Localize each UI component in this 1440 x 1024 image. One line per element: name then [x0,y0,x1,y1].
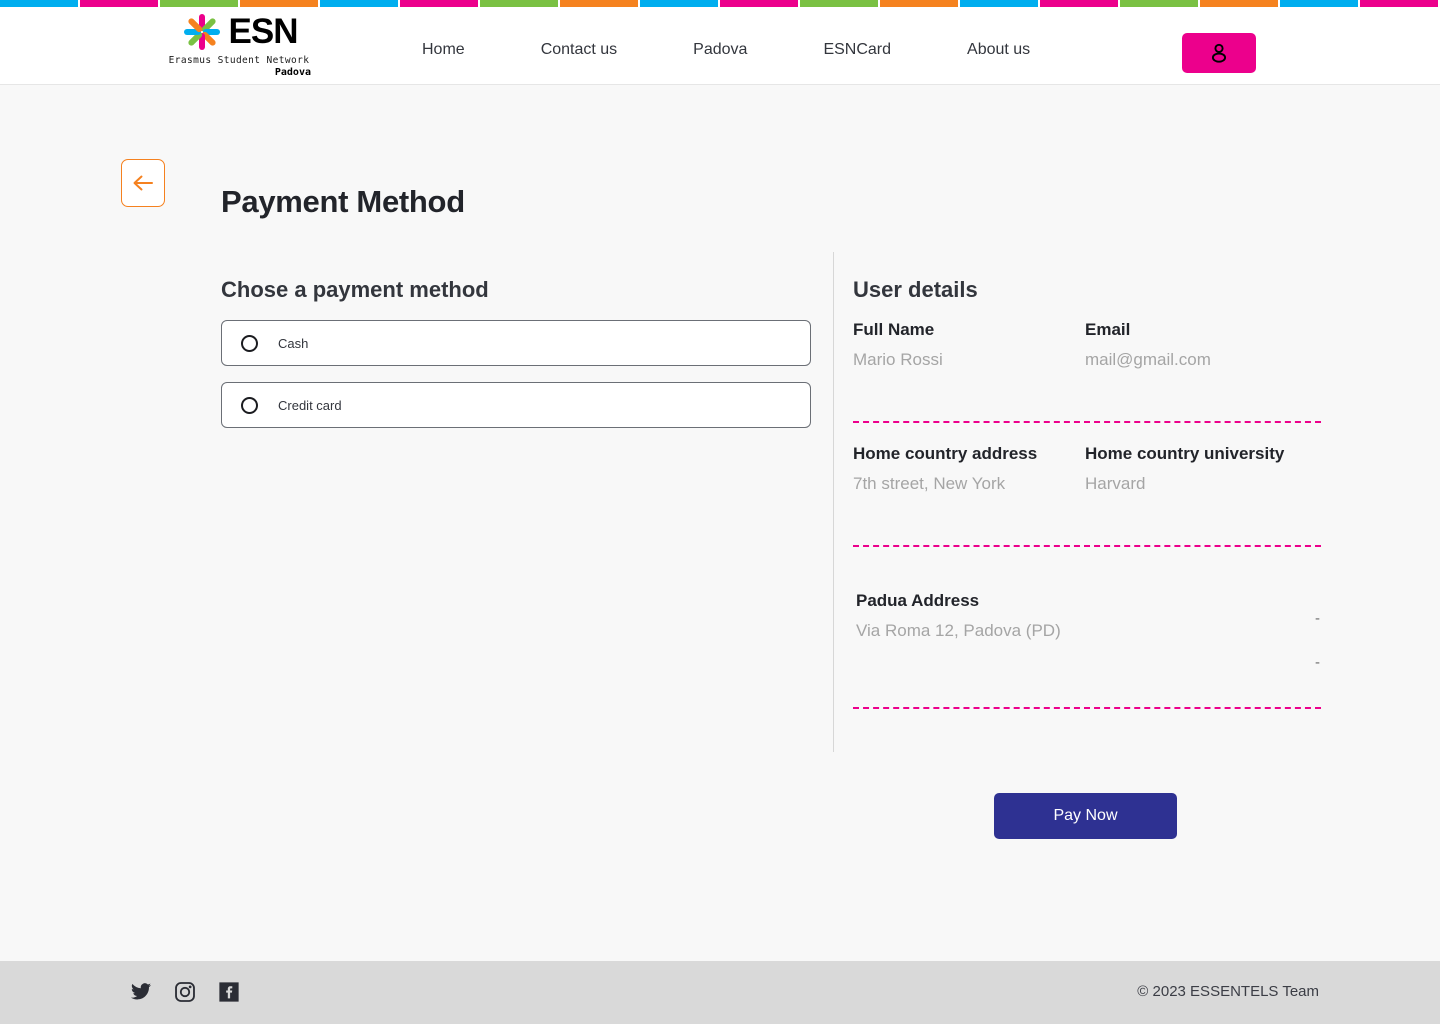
account-button[interactable] [1182,33,1256,73]
payment-option-label: Credit card [278,397,342,413]
dashed-separator [853,707,1321,709]
payment-method-heading: Chose a payment method [221,277,489,303]
color-bar-segment [1200,0,1278,7]
color-bar-segment [0,0,78,7]
twitter-icon[interactable] [130,981,152,1003]
user-details-heading: User details [853,277,978,303]
column-divider [833,252,834,752]
instagram-icon[interactable] [174,981,196,1003]
radio-icon[interactable] [241,334,258,352]
logo-top-row: ESN [181,10,298,54]
dashed-separator [853,545,1321,547]
detail-value: mail@gmail.com [1085,350,1211,369]
esn-star-icon [181,11,223,53]
color-bar-segment [400,0,478,7]
detail-field-padua-address: Padua Address Via Roma 12, Padova (PD) [853,589,1085,646]
detail-field-full-name: Full Name Mario Rossi [853,318,1085,375]
copyright-text: © 2023 ESSENTELS Team [1137,983,1319,1000]
detail-row: Full Name Mario Rossi Email mail@gmail.c… [853,318,1321,375]
site-header: ESN Erasmus Student Network Padova Home … [0,7,1440,85]
color-bar-segment [240,0,318,7]
color-bar-segment [560,0,638,7]
detail-key: Email [1085,320,1131,339]
user-details-block-home-country: Home country address 7th street, New Yor… [853,442,1321,499]
decorative-color-bar [0,0,1440,7]
payment-option-cash[interactable]: Cash [221,320,811,366]
arrow-left-icon [133,175,153,191]
color-bar-segment [960,0,1038,7]
logo-city: Padova [274,67,311,78]
detail-key: Padua Address [856,591,980,610]
page-title: Payment Method [221,183,465,219]
color-bar-segment [640,0,718,7]
detail-key: Full Name [853,320,935,339]
social-links [130,981,240,1003]
detail-field-email: Email mail@gmail.com [1085,318,1317,375]
detail-value: Mario Rossi [853,350,943,369]
nav-item-about-us[interactable]: About us [953,37,1044,63]
empty-field-mark: - [1315,610,1320,627]
color-bar-segment [80,0,158,7]
site-footer: © 2023 ESSENTELS Team [0,961,1440,1024]
color-bar-segment [720,0,798,7]
nav-item-contact-us[interactable]: Contact us [527,37,631,63]
color-bar-segment [1280,0,1358,7]
detail-field-home-country-address: Home country address 7th street, New Yor… [853,442,1085,499]
pay-now-button[interactable]: Pay Now [994,793,1177,839]
back-button[interactable] [121,159,165,207]
nav-item-padova[interactable]: Padova [679,37,761,63]
nav-item-home[interactable]: Home [408,37,479,63]
empty-field-mark: - [1315,654,1320,671]
color-bar-segment [1120,0,1198,7]
payment-option-label: Cash [278,335,309,351]
user-icon [1211,43,1227,63]
payment-option-credit-card[interactable]: Credit card [221,382,811,428]
color-bar-segment [1040,0,1118,7]
color-bar-segment [160,0,238,7]
detail-key: Home country address [853,444,1038,463]
main-navigation: Home Contact us Padova ESNCard About us [408,37,1044,63]
color-bar-segment [800,0,878,7]
color-bar-segment [480,0,558,7]
detail-field-home-country-university: Home country university Harvard [1085,442,1317,499]
detail-key: Home country university [1085,444,1285,463]
detail-row: Padua Address Via Roma 12, Padova (PD) [853,589,1321,646]
detail-value: Via Roma 12, Padova (PD) [856,621,1061,640]
facebook-icon[interactable] [218,981,240,1003]
color-bar-segment [880,0,958,7]
color-bar-segment [320,0,398,7]
logo-wordmark: ESN [228,12,299,51]
esn-logo[interactable]: ESN Erasmus Student Network Padova [165,10,313,82]
user-details-block-identity: Full Name Mario Rossi Email mail@gmail.c… [853,318,1321,375]
detail-row: Home country address 7th street, New Yor… [853,442,1321,499]
dashed-separator [853,421,1321,423]
detail-value: 7th street, New York [853,474,1006,493]
nav-item-esncard[interactable]: ESNCard [809,37,905,63]
user-details-block-padua-address: Padua Address Via Roma 12, Padova (PD) [853,589,1321,646]
logo-subtitle: Erasmus Student Network [168,55,310,66]
color-bar-segment [1360,0,1438,7]
radio-icon[interactable] [241,396,258,414]
detail-value: Harvard [1085,474,1146,493]
